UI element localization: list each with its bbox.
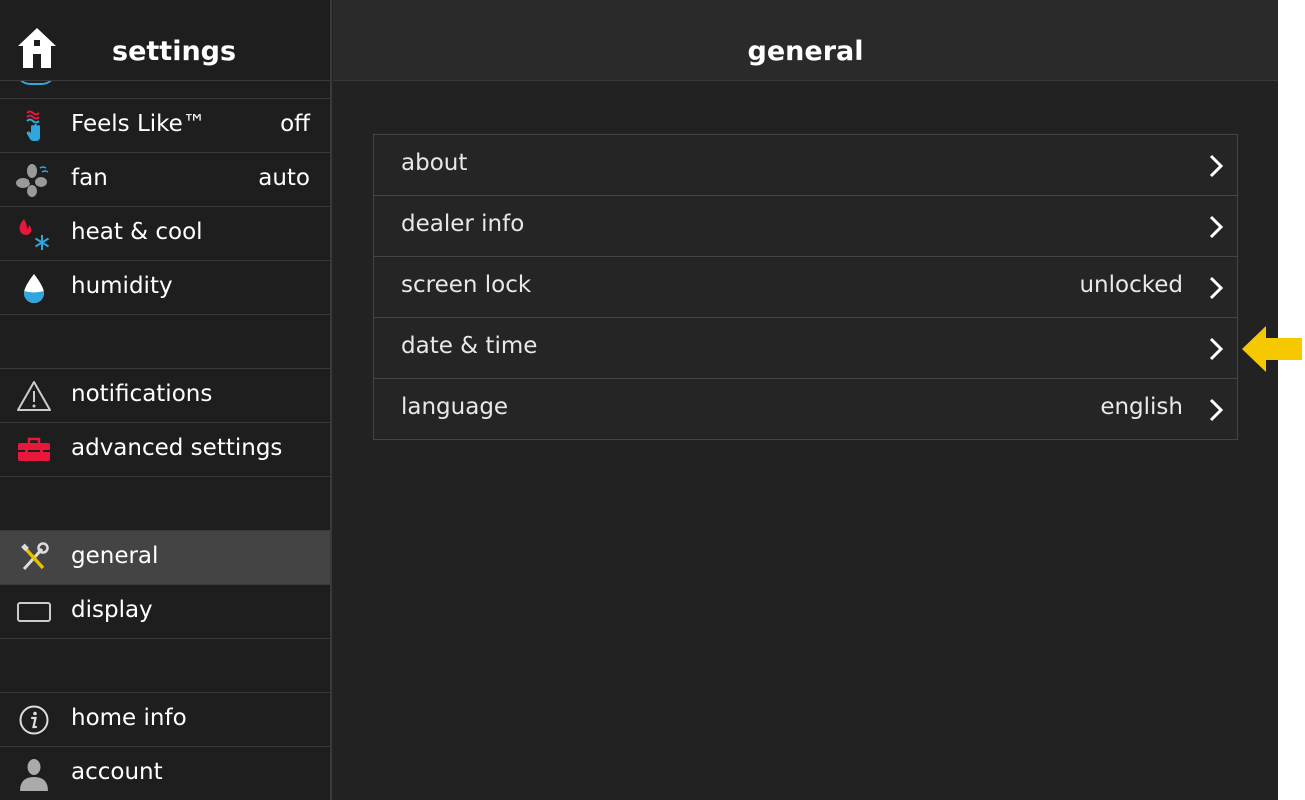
chevron-right-icon [1209, 154, 1224, 178]
sidebar-item-label: display [71, 597, 153, 623]
chevron-right-icon [1209, 215, 1224, 239]
page-title: general [747, 36, 864, 67]
sidebar-item-heat-cool[interactable]: heat & cool [0, 207, 330, 261]
sidebar-item-display[interactable]: display [0, 585, 330, 639]
display-icon [16, 595, 52, 629]
warning-icon [16, 379, 52, 413]
sidebar-item-label: humidity [71, 273, 173, 299]
chevron-right-icon [1209, 398, 1224, 422]
chevron-right-icon [1209, 337, 1224, 361]
sidebar-item-label: notifications [71, 381, 213, 407]
sidebar-item-account[interactable]: account [0, 747, 330, 800]
sidebar-item-label: heat & cool [71, 219, 203, 245]
sidebar-item-label: advanced settings [71, 435, 283, 461]
row-value: english [1100, 394, 1183, 420]
account-icon [16, 757, 52, 791]
settings-row-dealer-info[interactable]: dealer info [374, 196, 1237, 257]
main-header: general [333, 0, 1278, 81]
sidebar-item-label: Feels Like™ [71, 111, 206, 137]
toolbox-icon [16, 433, 52, 467]
sidebar-title: settings [112, 36, 237, 67]
partial-icon [16, 81, 56, 85]
sidebar-item-label: account [71, 759, 163, 785]
sidebar-item-label: fan [71, 165, 108, 191]
general-settings-list: about dealer info screen lock unlocked d… [373, 134, 1238, 440]
row-label: screen lock [401, 272, 532, 298]
sidebar-item-label: general [71, 543, 159, 569]
sidebar-spacer [0, 477, 330, 531]
row-label: language [401, 394, 509, 420]
settings-row-date-time[interactable]: date & time [374, 318, 1237, 379]
chevron-right-icon [1209, 276, 1224, 300]
sidebar-item-fan[interactable]: fan auto [0, 153, 330, 207]
sidebar-item-value: off [280, 111, 310, 137]
row-label: dealer info [401, 211, 525, 237]
sidebar-header: settings [0, 0, 330, 81]
sidebar-spacer [0, 315, 330, 369]
partial-list-item[interactable] [0, 81, 330, 99]
sidebar-item-notifications[interactable]: notifications [0, 369, 330, 423]
sidebar-item-advanced-settings[interactable]: advanced settings [0, 423, 330, 477]
sidebar-item-home-info[interactable]: home info [0, 693, 330, 747]
info-icon [16, 703, 52, 737]
home-icon [18, 28, 56, 68]
tools-icon [16, 541, 52, 575]
sidebar-item-humidity[interactable]: humidity [0, 261, 330, 315]
sidebar-spacer [0, 639, 330, 693]
sidebar: settings Feels Like™ off fan auto heat &… [0, 0, 332, 800]
sidebar-item-feels-like[interactable]: Feels Like™ off [0, 99, 330, 153]
feels-like-icon [16, 109, 52, 143]
sidebar-item-value: auto [258, 165, 310, 191]
row-value: unlocked [1079, 272, 1183, 298]
fan-icon [16, 163, 52, 197]
water-drop-icon [16, 271, 52, 305]
settings-row-about[interactable]: about [374, 135, 1237, 196]
sidebar-item-label: home info [71, 705, 187, 731]
thermostat-app: settings Feels Like™ off fan auto heat &… [0, 0, 1278, 800]
row-label: about [401, 150, 468, 176]
yellow-arrow-left-icon [1242, 326, 1302, 372]
row-label: date & time [401, 333, 538, 359]
settings-row-screen-lock[interactable]: screen lock unlocked [374, 257, 1237, 318]
settings-row-language[interactable]: language english [374, 379, 1237, 439]
screen-margin [1278, 0, 1305, 800]
home-button[interactable] [16, 26, 58, 70]
sidebar-item-general[interactable]: general [0, 531, 330, 585]
heat-cool-icon [16, 217, 52, 251]
